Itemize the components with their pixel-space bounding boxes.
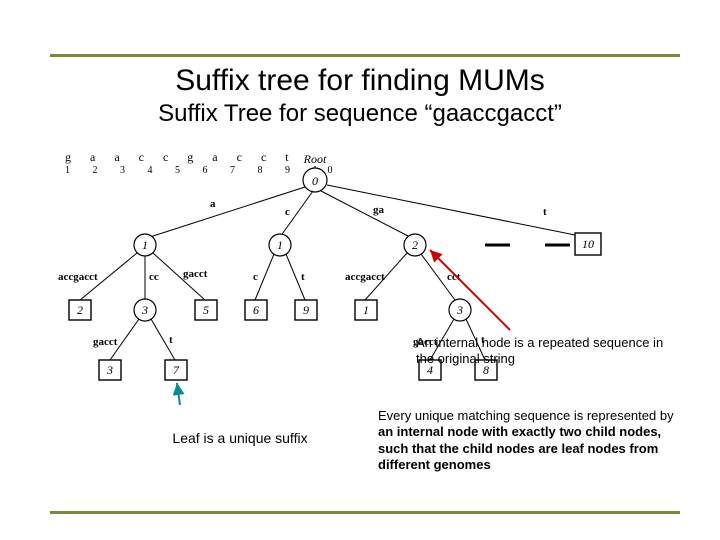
note-leaf: Leaf is a unique suffix [130,430,350,446]
leaf-id: 10 [582,237,594,251]
page-title: Suffix tree for finding MUMs [0,64,720,98]
arrow-internal-node [430,250,510,330]
leaf-id: 1 [363,303,369,317]
edge [150,187,305,237]
edge-label-ga: ga [373,204,385,216]
node-id: 2 [412,238,418,252]
leaf-id: 5 [203,303,209,317]
leaf-id: 6 [253,303,259,317]
leaf-id: 7 [173,363,180,377]
node-id: 1 [142,238,148,252]
note-mum-bold: an internal node with exactly two child … [378,424,661,472]
leaf-id: 3 [106,363,113,377]
edge-label: gacct [183,268,208,280]
edge-label-t: t [543,206,547,218]
node-id: 3 [141,303,148,317]
node-id: 3 [456,303,463,317]
edge-label: gacct [93,336,118,348]
edge-label: accgacct [58,271,98,283]
node-id: 1 [277,238,283,252]
root-node-id: 0 [312,174,318,188]
edge-label: cc [149,271,159,283]
note-mum: Every unique matching sequence is repres… [378,408,678,473]
divider-bottom [50,511,680,514]
edge-label: c [253,271,258,283]
leaf-id: 2 [77,303,83,317]
note-internal-node: An internal node is a repeated sequence … [416,335,676,366]
arrow-leaf-node [177,383,180,405]
edge-label-a: a [210,198,216,210]
edge-label-c: c [285,206,290,218]
divider-top [50,54,680,57]
edge-label: t [301,271,305,283]
edge [321,191,410,237]
edge-label: t [169,334,173,346]
edge-label: accgacct [345,271,385,283]
page-subtitle: Suffix Tree for sequence “gaaccgacct” [0,100,720,128]
root-label: Root [303,152,327,166]
leaf-id: 9 [303,303,309,317]
note-mum-pre: Every unique matching sequence is repres… [378,408,674,423]
